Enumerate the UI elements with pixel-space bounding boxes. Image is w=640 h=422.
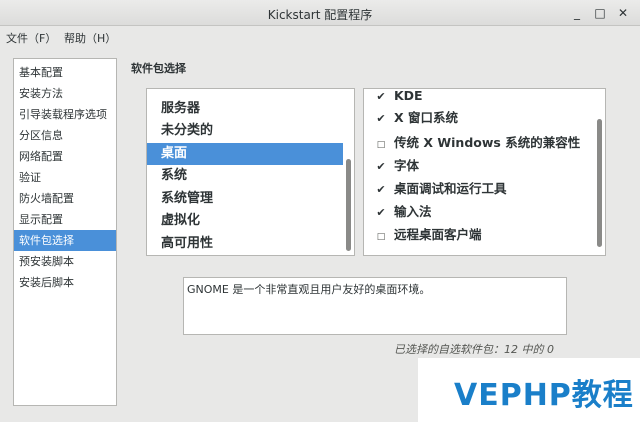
window-title: Kickstart 配置程序 bbox=[267, 8, 373, 22]
package-scrollbar[interactable] bbox=[597, 119, 602, 247]
category-list[interactable]: 服务器 未分类的 桌面 系统 系统管理 虚拟化 高可用性 bbox=[146, 88, 355, 256]
sidebar-item-display[interactable]: 显示配置 bbox=[14, 209, 116, 230]
category-item[interactable]: 系统 bbox=[147, 165, 343, 187]
category-scrollbar[interactable] bbox=[346, 159, 351, 251]
unchecked-box-icon[interactable]: □ bbox=[376, 226, 386, 248]
category-item[interactable]: 服务器 bbox=[147, 98, 343, 120]
package-list[interactable]: ✔ KDE ✔ X 窗口系统 □ 传统 X Windows 系统的兼容性 ✔ 字体 ✔ 桌… bbox=[363, 88, 606, 256]
maximize-icon[interactable]: □ bbox=[591, 4, 609, 22]
sidebar-item-packages[interactable]: 软件包选择 bbox=[14, 230, 116, 251]
checkmark-icon[interactable]: ✔ bbox=[376, 108, 386, 130]
selection-status: 已选择的自选软件包：12 中的 0 bbox=[394, 343, 554, 356]
close-icon[interactable]: ✕ bbox=[614, 4, 632, 22]
section-title: 软件包选择 bbox=[131, 62, 186, 75]
sidebar: 基本配置 安装方法 引导装载程序选项 分区信息 网络配置 验证 防火墙配置 显示… bbox=[13, 58, 117, 406]
sidebar-item-install-method[interactable]: 安装方法 bbox=[14, 83, 116, 104]
minimize-icon[interactable]: _ bbox=[568, 4, 586, 22]
checkmark-icon[interactable]: ✔ bbox=[376, 179, 386, 201]
checkmark-icon[interactable]: ✔ bbox=[376, 89, 386, 108]
sidebar-item-network[interactable]: 网络配置 bbox=[14, 146, 116, 167]
package-item[interactable]: ✔ KDE bbox=[376, 89, 422, 108]
category-item[interactable]: 高可用性 bbox=[147, 233, 343, 255]
sidebar-item-bootloader[interactable]: 引导装载程序选项 bbox=[14, 104, 116, 125]
sidebar-item-pre-script[interactable]: 预安装脚本 bbox=[14, 251, 116, 272]
sidebar-item-firewall[interactable]: 防火墙配置 bbox=[14, 188, 116, 209]
category-item-partial[interactable] bbox=[147, 89, 343, 98]
menu-bar: 文件（F） 帮助（H） bbox=[0, 26, 640, 48]
sidebar-item-post-script[interactable]: 安装后脚本 bbox=[14, 272, 116, 293]
sidebar-item-auth[interactable]: 验证 bbox=[14, 167, 116, 188]
category-item-selected[interactable]: 桌面 bbox=[147, 143, 343, 165]
package-item[interactable]: □ 传统 X Windows 系统的兼容性 bbox=[376, 132, 580, 154]
menu-file[interactable]: 文件（F） bbox=[6, 30, 56, 46]
category-item[interactable]: 未分类的 bbox=[147, 120, 343, 142]
package-item[interactable]: □ 远程桌面客户端 bbox=[376, 224, 482, 246]
package-item[interactable]: ✔ 字体 bbox=[376, 155, 419, 177]
checkmark-icon[interactable]: ✔ bbox=[376, 156, 386, 178]
package-item[interactable]: ✔ 输入法 bbox=[376, 201, 431, 224]
unchecked-box-icon[interactable]: □ bbox=[376, 134, 386, 156]
category-item[interactable]: 虚拟化 bbox=[147, 210, 343, 232]
sidebar-item-partition[interactable]: 分区信息 bbox=[14, 125, 116, 146]
checkmark-icon[interactable]: ✔ bbox=[376, 202, 386, 224]
menu-help[interactable]: 帮助（H） bbox=[64, 30, 116, 46]
description-box: GNOME 是一个非常直观且用户友好的桌面环境。 bbox=[183, 277, 567, 335]
category-item[interactable]: 系统管理 bbox=[147, 188, 343, 210]
title-bar: Kickstart 配置程序 _ □ ✕ bbox=[0, 0, 640, 26]
watermark: VEPHP教程 bbox=[418, 358, 640, 422]
watermark-text: VEPHP教程 bbox=[454, 378, 634, 413]
package-item[interactable]: ✔ X 窗口系统 bbox=[376, 107, 458, 129]
package-item[interactable]: ✔ 桌面调试和运行工具 bbox=[376, 178, 506, 201]
sidebar-item-basic[interactable]: 基本配置 bbox=[14, 62, 116, 83]
